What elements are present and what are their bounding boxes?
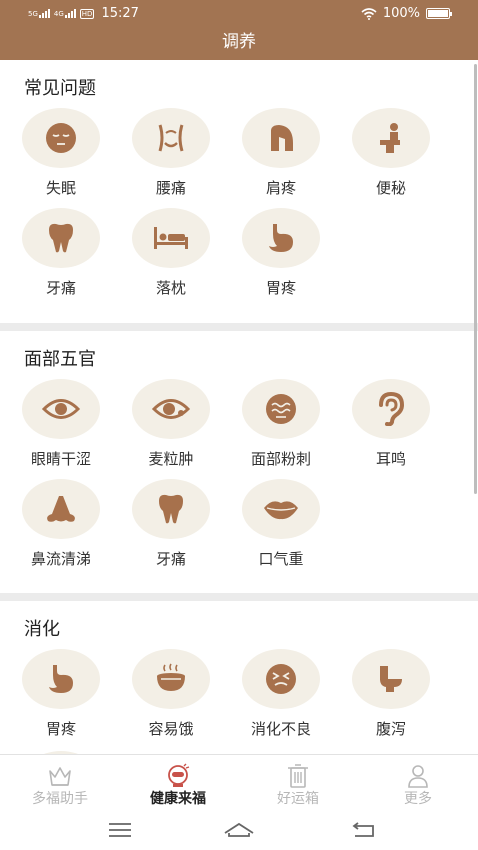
battery-fill xyxy=(428,10,448,17)
health-robot-icon xyxy=(168,763,190,787)
section-title: 面部五官 xyxy=(24,349,96,370)
item-dry-eyes[interactable]: 眼睛干涩 xyxy=(6,379,116,475)
item-label: 眼睛干涩 xyxy=(30,450,91,468)
status-left: 5G 4G HD 15:27 xyxy=(28,6,139,21)
section-common-problems: 常见问题 失眠 腰痛 肩疼 便秘 牙痛 落枕 胃疼 xyxy=(0,60,478,323)
person-icon xyxy=(408,765,428,788)
eye-icon xyxy=(42,399,80,419)
app-header: 5G 4G HD 15:27 100% 调养 xyxy=(0,0,478,60)
tab-label: 好运箱 xyxy=(277,791,319,807)
food-bowl-icon xyxy=(157,663,185,691)
wifi-icon xyxy=(361,7,377,20)
content-scroll[interactable]: 常见问题 失眠 腰痛 肩疼 便秘 牙痛 落枕 胃疼 面部五官 眼睛干涩 麦粒肿 … xyxy=(0,60,478,754)
tooth-icon xyxy=(159,494,183,524)
battery-percent: 100% xyxy=(382,6,420,21)
item-toothache-2[interactable]: 牙痛 xyxy=(116,479,226,575)
status-bar: 5G 4G HD 15:27 100% xyxy=(0,0,478,28)
item-label: 鼻流清涕 xyxy=(30,550,91,568)
toilet-person-icon xyxy=(380,123,400,153)
section-title: 常见问题 xyxy=(24,78,96,99)
stomach-icon xyxy=(269,224,293,252)
item-label: 牙痛 xyxy=(155,550,186,568)
signal-5g-icon: 5G xyxy=(28,9,50,18)
item-runny-nose[interactable]: 鼻流清涕 xyxy=(6,479,116,575)
shoulder-icon xyxy=(271,125,293,151)
bed-icon xyxy=(154,227,188,249)
item-toothache[interactable]: 牙痛 xyxy=(6,208,116,304)
item-label: 胃疼 xyxy=(265,279,296,297)
face-acne-icon xyxy=(266,394,296,424)
section-title: 消化 xyxy=(24,619,60,640)
item-label: 腰痛 xyxy=(155,179,186,197)
tab-label: 多福助手 xyxy=(32,791,88,807)
tab-label: 更多 xyxy=(404,791,432,807)
system-nav-bar xyxy=(0,810,478,850)
net1-label: 5G xyxy=(28,10,38,18)
item-label: 便秘 xyxy=(375,179,406,197)
bottom-tab-bar: 多福助手 健康来福 好运箱 更多 xyxy=(0,754,478,810)
section-digestion: 消化 胃疼 容易饿 消化不良 腹泻 xyxy=(0,601,478,754)
sleepy-face-icon xyxy=(46,123,76,153)
trash-box-icon xyxy=(288,764,308,788)
toilet-icon xyxy=(380,666,402,692)
stomach-icon xyxy=(49,665,73,693)
tab-label: 健康来福 xyxy=(150,791,206,807)
item-label: 麦粒肿 xyxy=(148,450,194,468)
item-label: 胃疼 xyxy=(45,720,76,738)
item-label: 口气重 xyxy=(258,550,304,568)
item-label: 牙痛 xyxy=(45,279,76,297)
status-right: 100% xyxy=(361,6,452,21)
item-diarrhea[interactable]: 腹泻 xyxy=(336,649,446,745)
item-label: 容易饿 xyxy=(148,720,194,738)
hd-badge: HD xyxy=(79,8,95,19)
back-icon[interactable] xyxy=(346,816,382,844)
tab-assistant[interactable]: 多福助手 xyxy=(0,755,120,811)
net2-label: 4G xyxy=(53,10,64,18)
item-acne[interactable]: 面部粉刺 xyxy=(226,379,336,475)
item-stomach-ache[interactable]: 胃疼 xyxy=(226,208,336,304)
item-tinnitus[interactable]: 耳鸣 xyxy=(336,379,446,475)
item-back-pain[interactable]: 腰痛 xyxy=(116,108,226,204)
item-label: 失眠 xyxy=(45,179,76,197)
item-shoulder-pain[interactable]: 肩疼 xyxy=(226,108,336,204)
signal-4g-icon: 4G xyxy=(54,9,76,18)
home-icon[interactable] xyxy=(221,816,257,844)
item-indigestion[interactable]: 消化不良 xyxy=(226,649,336,745)
item-label: 肩疼 xyxy=(265,179,296,197)
item-label: 落枕 xyxy=(155,279,186,297)
section-facial-features: 面部五官 眼睛干涩 麦粒肿 面部粉刺 耳鸣 鼻流清涕 牙痛 口气重 xyxy=(0,331,478,593)
item-label: 腹泻 xyxy=(375,720,406,738)
item-bad-breath[interactable]: 口气重 xyxy=(226,479,336,575)
page-title: 调养 xyxy=(222,32,256,52)
item-label: 消化不良 xyxy=(250,720,311,738)
item-label: 耳鸣 xyxy=(375,450,406,468)
scrollbar[interactable] xyxy=(474,64,477,494)
item-label: 面部粉刺 xyxy=(250,450,311,468)
item-sty[interactable]: 麦粒肿 xyxy=(116,379,226,475)
item-insomnia[interactable]: 失眠 xyxy=(6,108,116,204)
item-stiff-neck[interactable]: 落枕 xyxy=(116,208,226,304)
item-constipation[interactable]: 便秘 xyxy=(336,108,446,204)
status-time: 15:27 xyxy=(101,6,139,21)
eye-sty-icon xyxy=(152,399,190,419)
tab-health[interactable]: 健康来福 xyxy=(118,755,238,811)
tooth-icon xyxy=(49,223,73,253)
battery-icon xyxy=(426,8,452,19)
lips-icon xyxy=(264,501,298,520)
ear-icon xyxy=(379,392,405,426)
dizzy-face-icon xyxy=(266,664,296,694)
nose-icon xyxy=(47,496,75,522)
tab-more[interactable]: 更多 xyxy=(358,755,478,811)
item-easily-hungry[interactable]: 容易饿 xyxy=(116,649,226,745)
item-stomach-ache-2[interactable]: 胃疼 xyxy=(6,649,116,745)
menu-icon[interactable] xyxy=(102,816,138,844)
tab-lucky-box[interactable]: 好运箱 xyxy=(238,755,358,811)
crown-icon xyxy=(49,767,71,786)
waist-icon xyxy=(158,124,184,152)
